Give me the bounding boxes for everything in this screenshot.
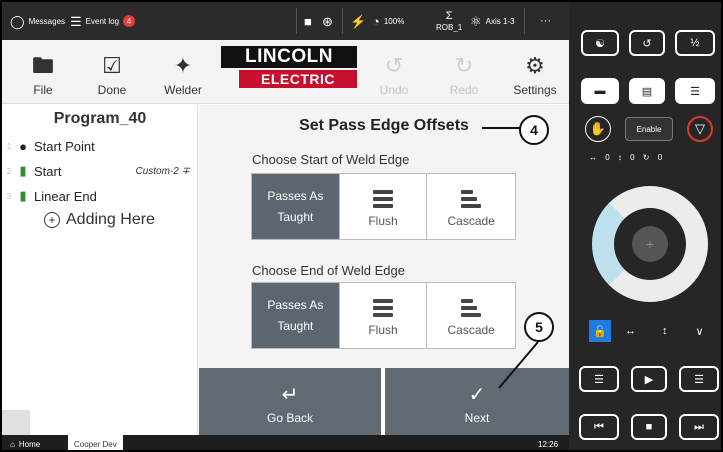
callout-4: 4 [519, 115, 549, 145]
callout-5: 5 [524, 312, 554, 342]
callout-leaders [482, 127, 539, 389]
callout-5-leader [498, 341, 539, 389]
screen: ◯ Messages ☰ Event log 4 ■ ⊛ ⚡ ◔ 100% Σ … [0, 0, 723, 452]
